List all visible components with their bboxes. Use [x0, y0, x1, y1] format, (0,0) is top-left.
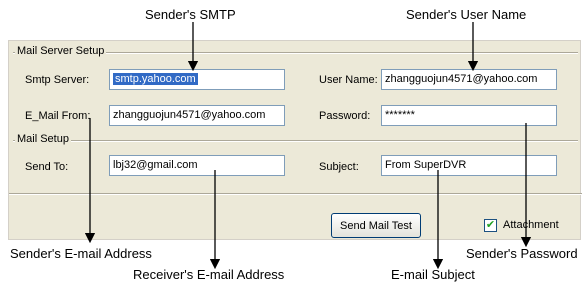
- annotation-receivers-email-address: Receiver's E-mail Address: [133, 267, 285, 282]
- annotation-senders-password: Sender's Password: [466, 246, 578, 261]
- annotation-email-subject: E-mail Subject: [391, 267, 475, 282]
- annotation-arrows: [84, 22, 532, 270]
- annotation-senders-email-address: Sender's E-mail Address: [10, 246, 152, 261]
